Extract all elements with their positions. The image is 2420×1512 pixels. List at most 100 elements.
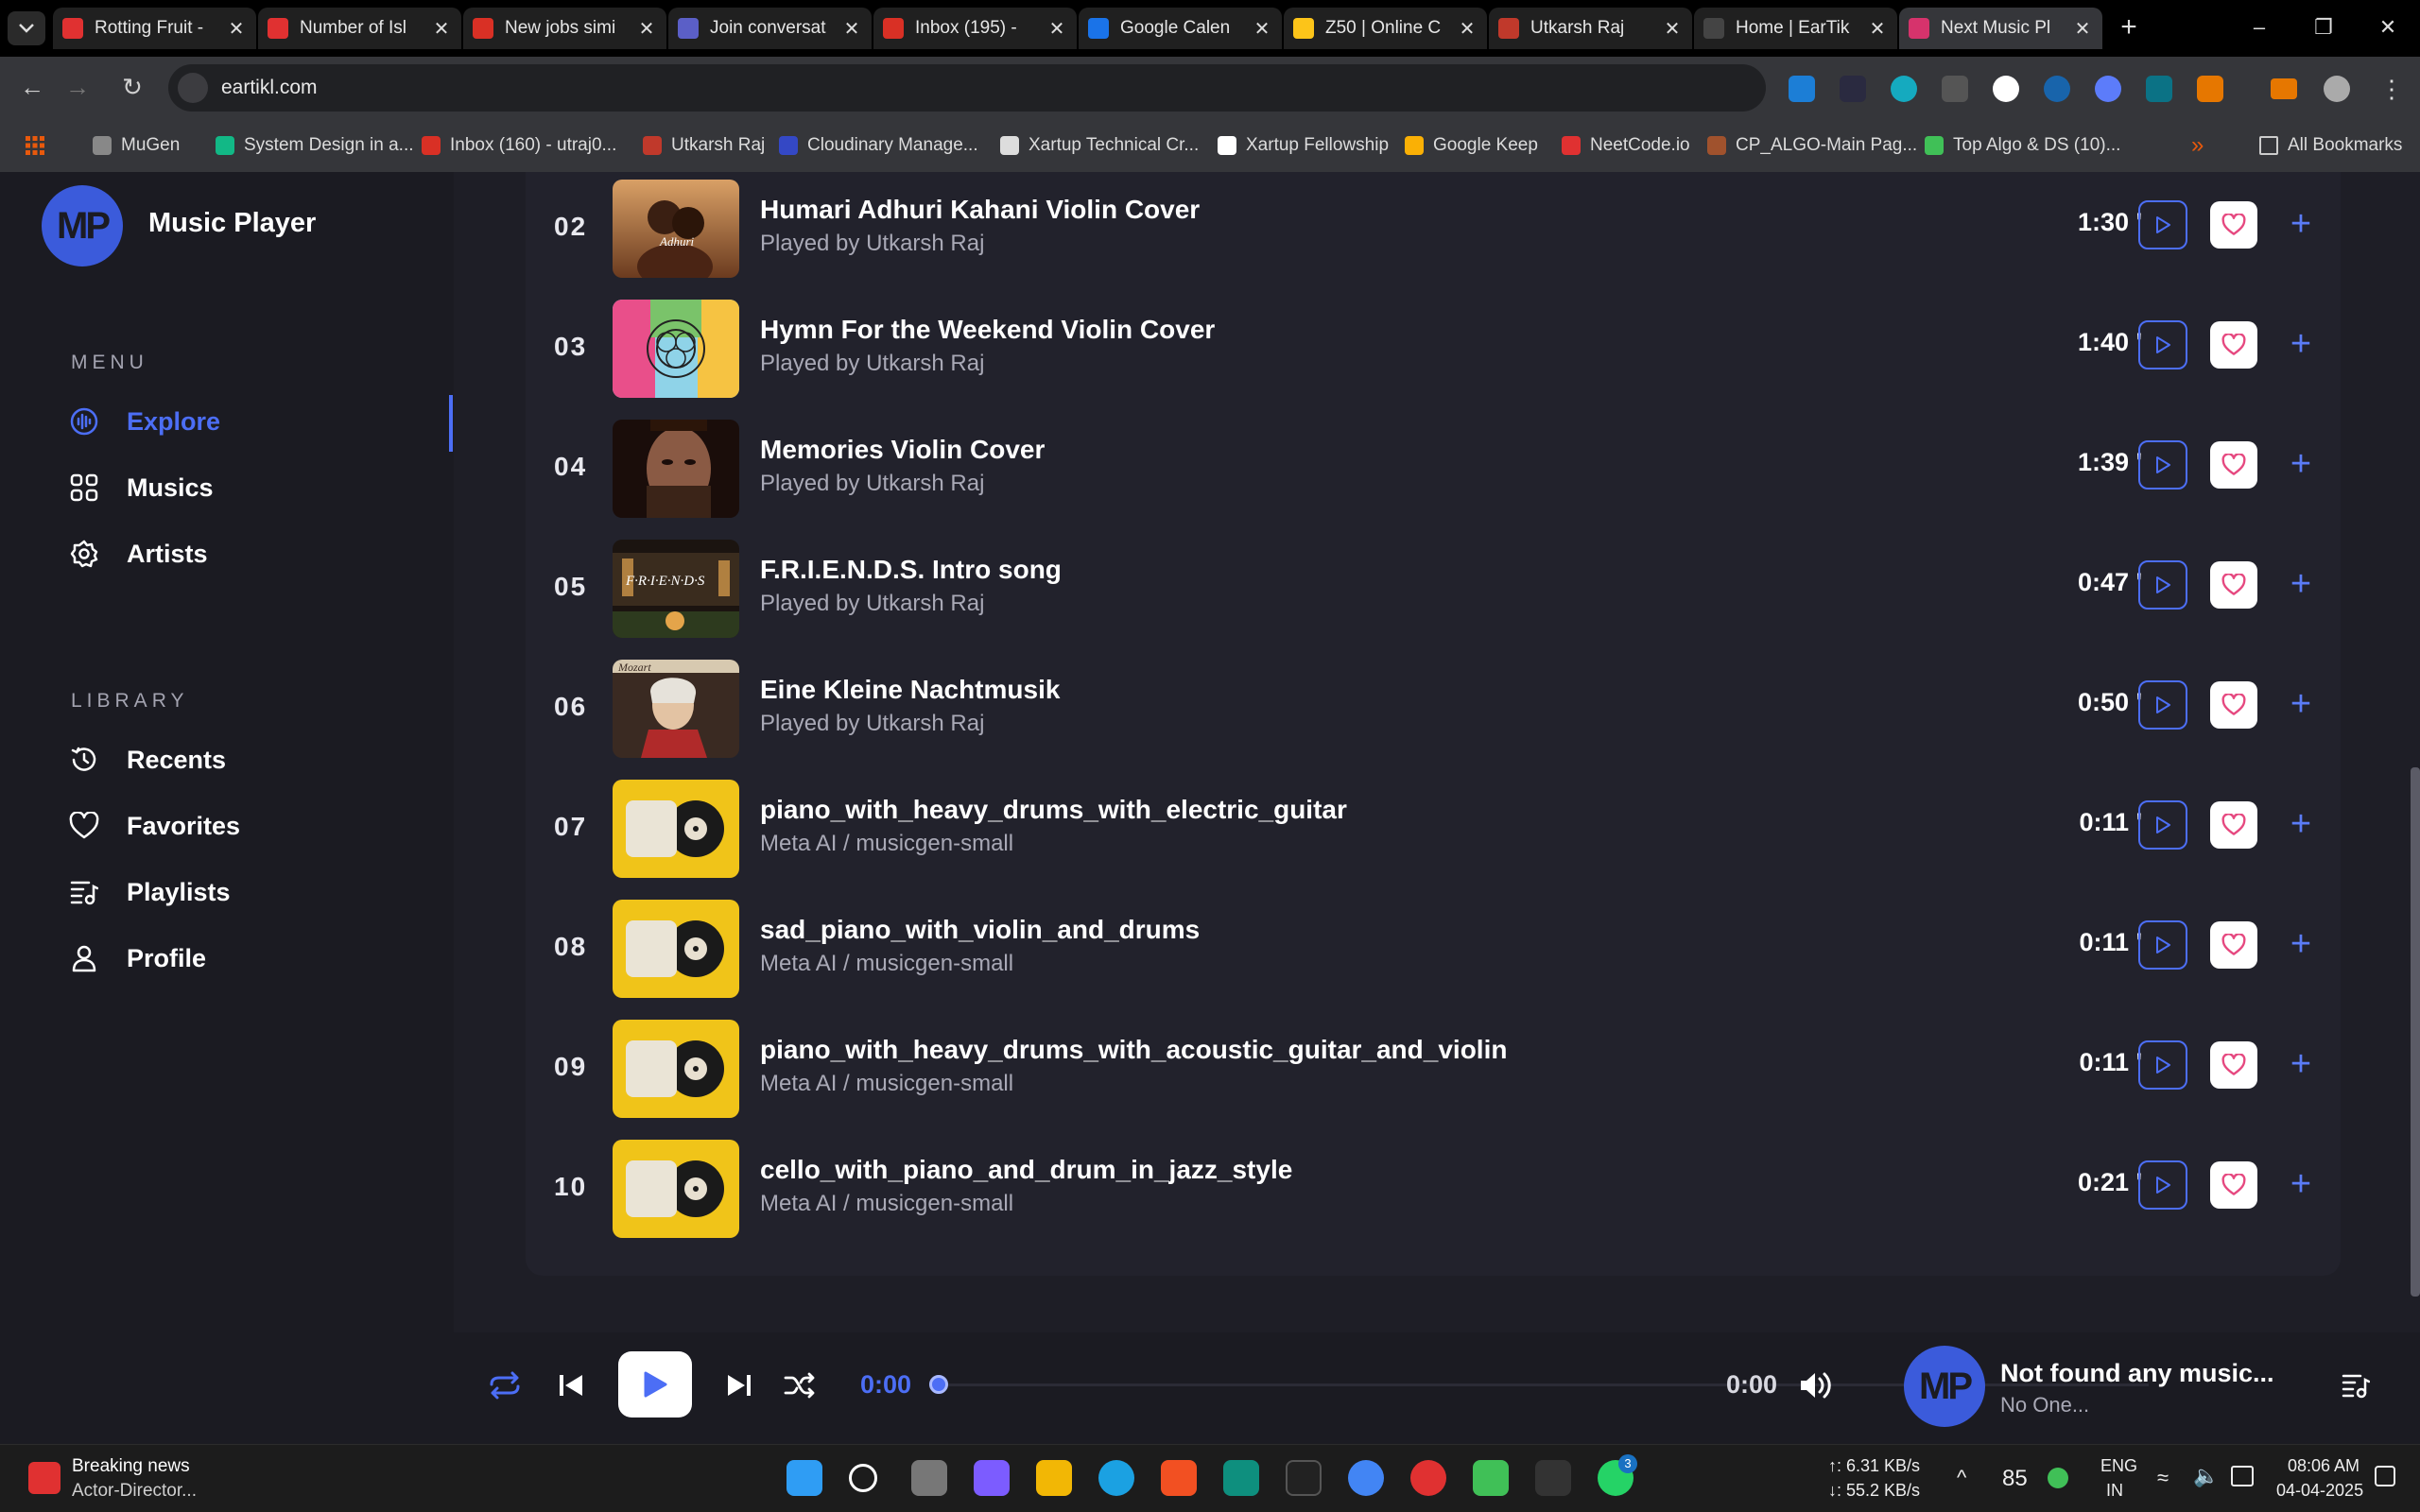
track-row[interactable]: 04 Memories Violin Cover Played by Utkarsh… [526, 418, 2341, 538]
restore-button[interactable]: ❐ [2291, 0, 2356, 57]
extension-icon[interactable] [1942, 76, 1968, 102]
volume-button[interactable] [1796, 1366, 1834, 1404]
bookmark-item[interactable]: Cloudinary Manage... [779, 134, 978, 157]
browser-menu-button[interactable]: ⋮ [2378, 76, 2405, 102]
track-play-button[interactable] [2138, 1040, 2187, 1090]
add-to-playlist-button[interactable]: + [2280, 917, 2322, 973]
track-like-button[interactable] [2210, 1041, 2257, 1089]
track-row[interactable]: 06 Mozart Eine Kleine Nachtmusik Played by … [526, 658, 2341, 778]
track-play-button[interactable] [2138, 440, 2187, 490]
sidebar-item-recents[interactable]: Recents [68, 739, 446, 781]
track-play-button[interactable] [2138, 680, 2187, 730]
speaker-icon[interactable]: 🔈 [2193, 1464, 2219, 1488]
track-row[interactable]: 09 piano_with_heavy_drums_with_acoustic_g… [526, 1018, 2341, 1138]
track-row[interactable]: 02 Adhuri Humari Adhuri Kahani Violin Cove… [526, 178, 2341, 298]
clock-time[interactable]: 08:06 AM [2288, 1456, 2360, 1476]
browser-tab[interactable]: Rotting Fruit - ✕ [53, 8, 256, 49]
predator-sense-icon[interactable] [1223, 1460, 1259, 1496]
browser-tab[interactable]: Inbox (195) - ✕ [873, 8, 1077, 49]
apps-grid-icon[interactable] [25, 134, 45, 157]
search-icon[interactable] [849, 1464, 877, 1492]
app-icon[interactable] [1286, 1460, 1322, 1496]
track-like-button[interactable] [2210, 921, 2257, 969]
track-play-button[interactable] [2138, 320, 2187, 369]
sidebar-item-musics[interactable]: Musics [68, 467, 446, 508]
track-like-button[interactable] [2210, 201, 2257, 249]
track-title[interactable]: cello_with_piano_and_drum_in_jazz_style [760, 1155, 1292, 1185]
site-info-icon[interactable] [178, 73, 208, 103]
extension-icon[interactable] [2095, 76, 2121, 102]
track-title[interactable]: Eine Kleine Nachtmusik [760, 675, 1060, 705]
tray-chevron-icon[interactable]: ^ [1957, 1466, 1966, 1490]
track-like-button[interactable] [2210, 321, 2257, 369]
track-like-button[interactable] [2210, 441, 2257, 489]
track-row[interactable]: 05 F·R·I·E·N·D·S F.R.I.E.N.D.S. Intro song… [526, 538, 2341, 658]
grammarly-icon[interactable] [1891, 76, 1917, 102]
add-to-playlist-button[interactable]: + [2280, 317, 2322, 373]
track-title[interactable]: Memories Violin Cover [760, 435, 1045, 465]
more-bookmarks-chevron[interactable]: » [2191, 132, 2204, 158]
track-title[interactable]: piano_with_heavy_drums_with_electric_gui… [760, 795, 1347, 825]
tab-search-button[interactable] [8, 11, 45, 45]
browser-tab[interactable]: Join conversat ✕ [668, 8, 872, 49]
edge-icon[interactable] [1098, 1460, 1134, 1496]
close-tab-icon[interactable]: ✕ [636, 17, 657, 41]
news-subtitle[interactable]: Actor-Director... [72, 1481, 197, 1502]
add-to-playlist-button[interactable]: + [2280, 797, 2322, 853]
browser-tab[interactable]: Utkarsh Raj ✕ [1489, 8, 1692, 49]
task-view-icon[interactable] [911, 1460, 947, 1496]
add-to-playlist-button[interactable]: + [2280, 1157, 2322, 1213]
notification-bell-icon[interactable] [2375, 1466, 2395, 1486]
track-title[interactable]: piano_with_heavy_drums_with_acoustic_gui… [760, 1035, 1507, 1065]
close-tab-icon[interactable]: ✕ [1662, 17, 1683, 41]
reload-button[interactable]: ↻ [113, 68, 151, 106]
extension-icon[interactable] [1789, 76, 1815, 102]
sidebar-item-artists[interactable]: Artists [68, 533, 446, 575]
clock-date[interactable]: 04-04-2025 [2276, 1481, 2363, 1501]
region-code[interactable]: IN [2106, 1481, 2123, 1501]
close-tab-icon[interactable]: ✕ [1046, 17, 1067, 41]
close-tab-icon[interactable]: ✕ [2072, 17, 2093, 41]
windows-start-icon[interactable] [786, 1460, 822, 1496]
close-tab-icon[interactable]: ✕ [841, 17, 862, 41]
chrome-icon[interactable] [1348, 1460, 1384, 1496]
track-like-button[interactable] [2210, 561, 2257, 609]
bookmark-item[interactable]: Inbox (160) - utraj0... [422, 134, 616, 157]
copilot-icon[interactable] [974, 1460, 1010, 1496]
language-code[interactable]: ENG [2100, 1456, 2137, 1476]
bookmark-item[interactable]: CP_ALGO-Main Pag... [1707, 134, 1917, 157]
close-tab-icon[interactable]: ✕ [1457, 17, 1478, 41]
wifi-icon[interactable]: ≈ [2157, 1466, 2169, 1490]
sidebar-item-profile[interactable]: Profile [68, 937, 446, 979]
track-title[interactable]: Hymn For the Weekend Violin Cover [760, 315, 1215, 345]
extension-icon[interactable] [2146, 76, 2172, 102]
play-pause-button[interactable] [618, 1351, 692, 1418]
close-tab-icon[interactable]: ✕ [226, 17, 247, 41]
tray-app-icon[interactable] [2048, 1468, 2068, 1488]
news-title[interactable]: Breaking news [72, 1456, 190, 1477]
forward-button[interactable]: → [59, 68, 96, 106]
bookmark-item[interactable]: System Design in a... [216, 134, 414, 157]
scrollbar[interactable] [2411, 767, 2420, 1297]
bookmark-item[interactable]: Utkarsh Raj [643, 134, 765, 157]
close-tab-icon[interactable]: ✕ [1867, 17, 1888, 41]
previous-button[interactable] [552, 1366, 590, 1404]
store-icon[interactable] [1161, 1460, 1197, 1496]
next-button[interactable] [720, 1366, 758, 1404]
track-row[interactable]: 10 cello_with_piano_and_drum_in_jazz_styl… [526, 1138, 2341, 1258]
track-row[interactable]: 07 piano_with_heavy_drums_with_electric_g… [526, 778, 2341, 898]
track-play-button[interactable] [2138, 800, 2187, 850]
track-row[interactable]: 08 sad_piano_with_violin_and_drums Meta AI… [526, 898, 2341, 1018]
extensions-puzzle-icon[interactable] [2197, 76, 2223, 102]
all-bookmarks[interactable]: All Bookmarks [2259, 134, 2402, 157]
app-icon[interactable] [1473, 1460, 1509, 1496]
react-devtools-icon[interactable] [2044, 76, 2070, 102]
bookmark-item[interactable]: Top Algo & DS (10)... [1925, 134, 2120, 157]
add-to-playlist-button[interactable]: + [2280, 1037, 2322, 1093]
bookmark-item[interactable]: Xartup Fellowship [1218, 134, 1389, 157]
track-title[interactable]: F.R.I.E.N.D.S. Intro song [760, 555, 1062, 585]
live-icon[interactable] [1535, 1460, 1571, 1496]
profile-avatar[interactable] [2324, 76, 2350, 102]
address-bar[interactable]: eartikl.com [168, 64, 1766, 112]
track-play-button[interactable] [2138, 920, 2187, 970]
